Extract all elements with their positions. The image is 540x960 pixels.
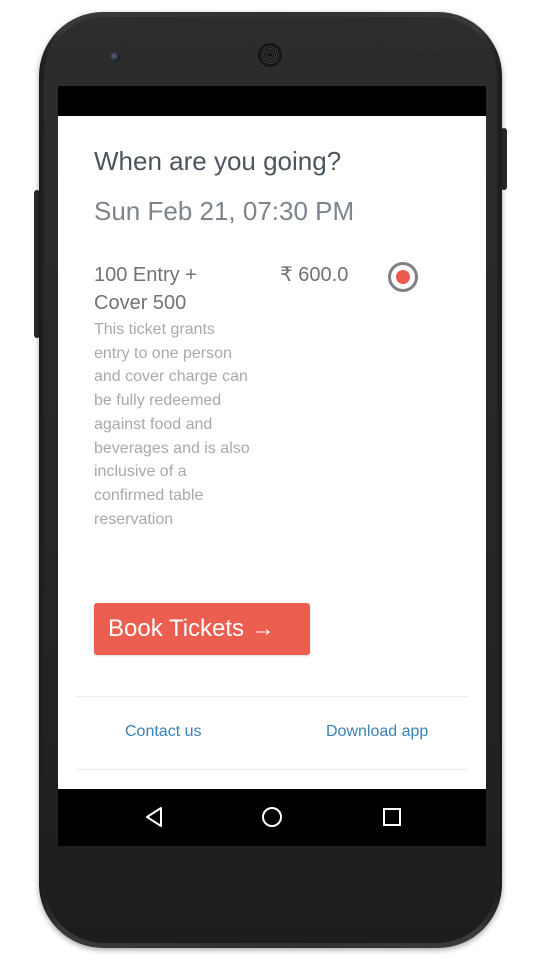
home-icon[interactable]: [260, 805, 284, 829]
light-sensor: [433, 52, 439, 58]
download-app-link[interactable]: Download app: [326, 723, 428, 741]
page-title: When are you going?: [94, 146, 342, 176]
front-camera: [110, 52, 120, 62]
radio-selected-dot: [396, 270, 410, 284]
ticket-description: This ticket grants entry to one person a…: [94, 321, 250, 528]
proximity-sensor: [417, 52, 423, 58]
booking-content: When are you going? Sun Feb 21, 07:30 PM…: [58, 116, 486, 789]
contact-us-link[interactable]: Contact us: [125, 723, 201, 741]
ticket-name: 100 Entry + Cover 500: [94, 264, 197, 314]
ticket-select-radio[interactable]: [388, 262, 418, 292]
earpiece-speaker: [258, 43, 282, 67]
recent-apps-icon[interactable]: [380, 805, 404, 829]
android-nav-bar: [58, 789, 486, 846]
event-date: Sun Feb 21, 07:30 PM: [94, 196, 355, 226]
book-tickets-button[interactable]: Book Tickets →: [94, 603, 310, 655]
ticket-price: ₹ 600.0: [280, 264, 349, 286]
footer-divider-top: [76, 696, 468, 697]
status-bar: [58, 86, 486, 116]
phone-screen: When are you going? Sun Feb 21, 07:30 PM…: [58, 86, 486, 846]
back-icon[interactable]: [142, 805, 166, 829]
footer-divider-bottom: [76, 769, 468, 770]
